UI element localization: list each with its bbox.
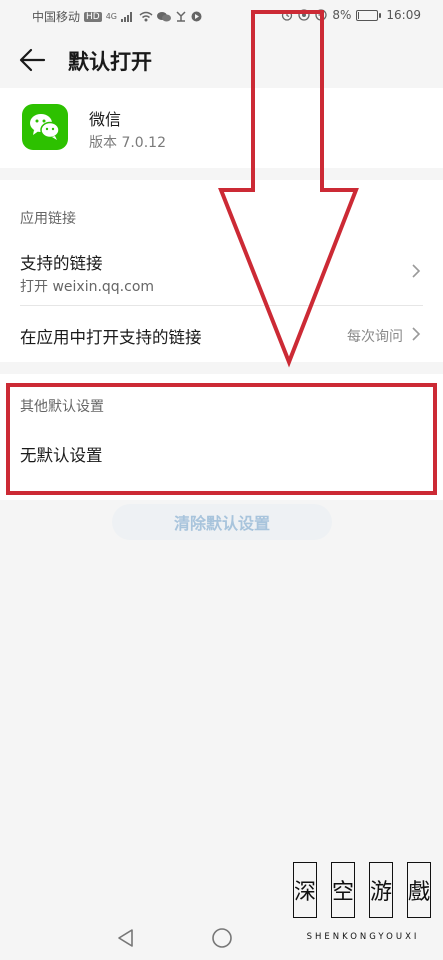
- signal-icon: [121, 12, 133, 22]
- app-version: 版本 7.0.12: [89, 135, 166, 151]
- arrow-left-icon[interactable]: [18, 46, 48, 74]
- battery-icon: [356, 9, 382, 21]
- other-defaults-value: 无默认设置: [20, 446, 103, 465]
- media-icon: [191, 11, 202, 22]
- signal-label: 4G: [105, 12, 118, 21]
- alarm-icon: [282, 10, 293, 21]
- page-title: 默认打开: [68, 50, 152, 74]
- status-bar: 中国移动 HD 4G 8% 16:09: [0, 0, 443, 32]
- supported-links-row[interactable]: 支持的链接 打开 weixin.qq.com: [0, 238, 443, 304]
- system-nav-bar: [0, 910, 443, 960]
- app-links-section: 应用链接 支持的链接 打开 weixin.qq.com 在应用中打开支持的链接 …: [0, 180, 443, 362]
- wechat-logo-icon: [22, 104, 68, 150]
- chevron-right-icon: [412, 264, 421, 278]
- open-in-app-value: 每次询问: [347, 329, 403, 345]
- wifi-icon: [139, 11, 153, 22]
- wechat-notification-icon: [157, 12, 172, 22]
- triangle-back-icon[interactable]: [114, 926, 138, 950]
- other-defaults-section-title: 其他默认设置: [20, 399, 104, 415]
- page-header: 默认打开: [0, 32, 443, 88]
- do-not-disturb-icon: [315, 9, 328, 21]
- supported-links-title: 支持的链接: [20, 254, 103, 273]
- app-name: 微信: [89, 110, 122, 129]
- open-in-app-title: 在应用中打开支持的链接: [20, 328, 202, 347]
- chevron-right-icon: [412, 327, 421, 341]
- clock-time: 16:09: [386, 8, 421, 22]
- carrier-label: 中国移动: [32, 10, 81, 24]
- open-in-app-row[interactable]: 在应用中打开支持的链接 每次询问: [0, 306, 443, 362]
- clear-defaults-button[interactable]: 清除默认设置: [112, 504, 332, 540]
- app-links-section-title: 应用链接: [20, 211, 76, 227]
- location-icon: [298, 9, 311, 21]
- circle-home-icon[interactable]: [210, 926, 234, 950]
- battery-level-fill: [358, 11, 360, 19]
- status-right: 8% 16:09: [281, 8, 421, 22]
- supported-links-subtitle: 打开 weixin.qq.com: [20, 279, 155, 295]
- wechat-bubbles-icon: [30, 114, 60, 140]
- hd-badge: HD: [84, 11, 102, 22]
- app-notification-icon: [176, 11, 186, 22]
- battery-percent: 8%: [332, 8, 352, 22]
- status-left: 中国移动 HD 4G: [32, 8, 202, 25]
- app-info-card: 微信 版本 7.0.12: [0, 88, 443, 168]
- other-defaults-section: 其他默认设置 无默认设置: [0, 374, 443, 500]
